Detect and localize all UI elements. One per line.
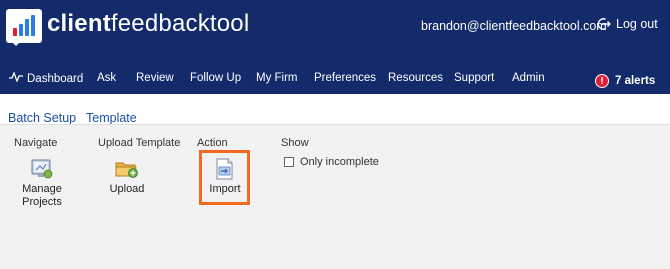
group-label-action: Action (197, 137, 228, 149)
logo-bar (31, 15, 35, 36)
nav-item-follow-up[interactable]: Follow Up (190, 72, 241, 84)
manage-projects-button[interactable]: Manage Projects (22, 158, 62, 209)
brand-name-bold: client (47, 10, 111, 37)
manage-projects-icon (30, 158, 54, 180)
logout-button[interactable]: Log out (597, 17, 658, 31)
nav-item-label: Preferences (314, 72, 377, 84)
nav-item-dashboard[interactable]: Dashboard (9, 71, 84, 85)
nav-item-label: Admin (512, 72, 545, 84)
nav-item-label: Resources (388, 72, 443, 84)
app-header: clientfeedbacktool brandon@clientfeedbac… (0, 0, 670, 94)
logo-speech-tail (10, 40, 22, 46)
logo-bar (25, 19, 29, 36)
alert-icon: ! (595, 74, 609, 88)
nav-item-preferences[interactable]: Preferences (314, 72, 376, 84)
tab-batch-setup[interactable]: Batch Setup (8, 111, 76, 125)
only-incomplete-toggle[interactable]: Only incomplete (284, 156, 379, 168)
alerts-button[interactable]: ! 7 alerts (595, 74, 655, 88)
only-incomplete-label: Only incomplete (300, 156, 379, 168)
tab-bar: Batch Setup Template (0, 94, 670, 125)
folder-upload-icon (115, 158, 139, 180)
main-nav: Dashboard Ask Review Follow Up My Firm P… (0, 71, 670, 90)
tab-template[interactable]: Template (86, 111, 137, 125)
logout-icon (597, 17, 611, 31)
user-email[interactable]: brandon@clientfeedbacktool.com (421, 19, 607, 33)
nav-item-label: Review (136, 72, 174, 84)
group-label-show: Show (281, 137, 309, 149)
manage-projects-label: Manage Projects (22, 183, 62, 208)
toolbar-panel: Navigate Upload Template Action Show Man… (0, 124, 670, 269)
nav-item-label: Follow Up (190, 72, 242, 84)
nav-item-support[interactable]: Support (454, 72, 494, 84)
nav-item-ask[interactable]: Ask (97, 72, 116, 84)
brand-name-light: feedbacktool (110, 10, 250, 37)
nav-item-review[interactable]: Review (136, 72, 174, 84)
nav-item-label: Support (454, 72, 495, 84)
alerts-label: 7 alerts (615, 75, 656, 87)
logo-chart-icon (6, 9, 42, 43)
logout-label: Log out (616, 17, 658, 31)
nav-item-resources[interactable]: Resources (388, 72, 443, 84)
nav-item-label: My Firm (256, 72, 298, 84)
logo-bar (19, 24, 23, 36)
group-label-upload-template: Upload Template (98, 137, 181, 149)
nav-item-admin[interactable]: Admin (512, 72, 545, 84)
group-label-navigate: Navigate (14, 137, 58, 149)
logo-bar (13, 28, 17, 36)
upload-button[interactable]: Upload (109, 158, 145, 196)
nav-item-my-firm[interactable]: My Firm (256, 72, 298, 84)
import-highlight-frame (199, 150, 250, 205)
pulse-icon (9, 71, 23, 85)
nav-item-label: Dashboard (27, 72, 84, 85)
upload-label: Upload (109, 183, 145, 195)
brand-name: clientfeedbacktool (47, 10, 249, 38)
only-incomplete-checkbox[interactable] (284, 157, 294, 167)
nav-item-label: Ask (97, 72, 117, 84)
